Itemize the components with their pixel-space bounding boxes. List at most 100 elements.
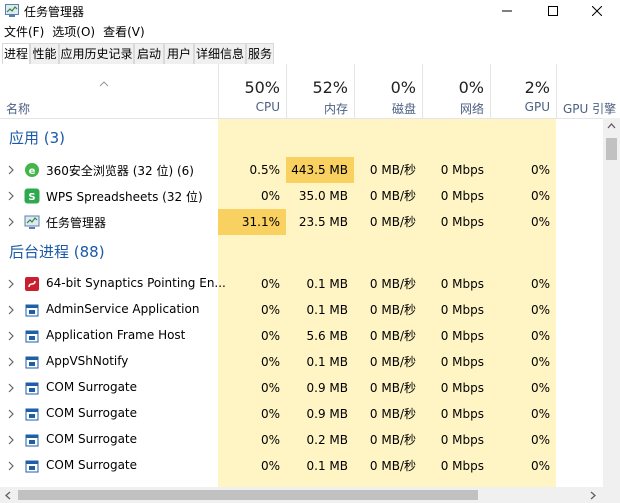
maximize-icon bbox=[548, 6, 558, 16]
network-column-label: 网络 bbox=[459, 102, 484, 116]
expand-chevron-icon[interactable] bbox=[8, 409, 14, 419]
process-gpu-value: 0% bbox=[530, 407, 550, 421]
service-window-icon bbox=[24, 406, 40, 422]
process-net-value: 0 Mbps bbox=[440, 433, 484, 447]
process-disk-value: 0 MB/秒 bbox=[369, 277, 416, 291]
minimize-button[interactable] bbox=[484, 0, 530, 22]
disk-total-percent: 0% bbox=[390, 78, 416, 97]
service-window-icon bbox=[24, 432, 40, 448]
gpu-total-percent: 2% bbox=[524, 78, 550, 97]
process-cpu-value: 0% bbox=[260, 381, 280, 395]
process-gpu-value: 0% bbox=[530, 459, 550, 473]
column-network[interactable]: 0% 网络 bbox=[422, 64, 490, 118]
tab-startup[interactable]: 启动 bbox=[134, 43, 164, 64]
process-cpu-value: 31.1% bbox=[218, 209, 286, 235]
column-gpu-engine[interactable]: GPU 引擎 bbox=[556, 64, 620, 118]
process-mem-value: 0.9 MB bbox=[306, 407, 348, 421]
process-mem-value: 35.0 MB bbox=[298, 189, 348, 203]
menu-view[interactable]: 查看(V) bbox=[99, 22, 149, 42]
process-cpu-value: 0% bbox=[260, 329, 280, 343]
network-total-percent: 0% bbox=[458, 78, 484, 97]
column-header: 名称 50% CPU 52% 内存 0% 磁盘 0% 网络 2% GPU GPU… bbox=[0, 64, 620, 119]
vertical-scroll-thumb[interactable] bbox=[606, 138, 617, 160]
wps-spreadsheets-icon: S bbox=[24, 188, 40, 204]
process-disk-value: 0 MB/秒 bbox=[369, 189, 416, 203]
task-manager-icon bbox=[24, 214, 40, 230]
expand-chevron-icon[interactable] bbox=[8, 461, 14, 471]
process-row[interactable]: COM Surrogate 0% 0.1 MB 0 MB/秒 0 Mbps 0% bbox=[0, 453, 603, 479]
process-net-value: 0 Mbps bbox=[440, 163, 484, 177]
tab-users[interactable]: 用户 bbox=[164, 43, 194, 64]
minimize-icon bbox=[502, 10, 512, 12]
tab-services[interactable]: 服务 bbox=[246, 43, 274, 64]
process-row[interactable]: COM Surrogate 0% 0.2 MB 0 MB/秒 0 Mbps 0% bbox=[0, 427, 603, 453]
scroll-left-icon[interactable] bbox=[5, 491, 11, 500]
expand-chevron-icon[interactable] bbox=[8, 191, 14, 201]
process-row[interactable]: AppVShNotify 0% 0.1 MB 0 MB/秒 0 Mbps 0% bbox=[0, 349, 603, 375]
process-mem-value: 5.6 MB bbox=[306, 329, 348, 343]
process-row[interactable]: COM Surrogate 0% 0.9 MB 0 MB/秒 0 Mbps 0% bbox=[0, 375, 603, 401]
horizontal-scrollbar[interactable] bbox=[0, 487, 603, 503]
process-name: Application Frame Host bbox=[46, 328, 186, 342]
column-gpu[interactable]: 2% GPU bbox=[490, 64, 556, 118]
column-disk[interactable]: 0% 磁盘 bbox=[354, 64, 422, 118]
process-gpu-value: 0% bbox=[530, 189, 550, 203]
process-name: COM Surrogate bbox=[46, 458, 138, 472]
process-row[interactable]: S WPS Spreadsheets (32 位) 0% 35.0 MB 0 MB/秒 0… bbox=[0, 183, 603, 209]
process-net-value: 0 Mbps bbox=[440, 381, 484, 395]
process-gpu-value: 0% bbox=[530, 381, 550, 395]
expand-chevron-icon[interactable] bbox=[8, 279, 14, 289]
cpu-column-label: CPU bbox=[255, 100, 280, 114]
maximize-button[interactable] bbox=[530, 0, 576, 22]
process-gpu-value: 0% bbox=[530, 355, 550, 369]
process-cpu-value: 0% bbox=[260, 303, 280, 317]
360-browser-icon: e bbox=[24, 162, 40, 178]
expand-chevron-icon[interactable] bbox=[8, 305, 14, 315]
process-row[interactable]: AdminService Application 0% 0.1 MB 0 MB/秒 0 … bbox=[0, 297, 603, 323]
column-cpu[interactable]: 50% CPU bbox=[218, 64, 286, 118]
tab-details[interactable]: 详细信息 bbox=[194, 43, 246, 64]
process-disk-value: 0 MB/秒 bbox=[369, 215, 416, 229]
close-icon bbox=[592, 6, 602, 16]
group-title-apps: 应用 (3) bbox=[9, 129, 66, 147]
expand-chevron-icon[interactable] bbox=[8, 435, 14, 445]
menu-options[interactable]: 选项(O) bbox=[48, 22, 99, 42]
scroll-right-icon[interactable] bbox=[590, 491, 596, 500]
expand-chevron-icon[interactable] bbox=[8, 357, 14, 367]
horizontal-scroll-thumb[interactable] bbox=[18, 490, 478, 500]
process-gpu-value: 0% bbox=[530, 303, 550, 317]
process-gpu-value: 0% bbox=[530, 163, 550, 177]
tab-app-history[interactable]: 应用历史记录 bbox=[59, 43, 134, 64]
tab-performance[interactable]: 性能 bbox=[30, 43, 59, 64]
process-cpu-value: 0% bbox=[260, 189, 280, 203]
process-net-value: 0 Mbps bbox=[440, 303, 484, 317]
process-gpu-value: 0% bbox=[530, 329, 550, 343]
close-button[interactable] bbox=[574, 0, 620, 22]
process-list: 应用 (3) e 360安全浏览器 (32 位) (6) 0.5% 443.5 MB 0 … bbox=[0, 119, 603, 487]
process-row[interactable]: 64-bit Synaptics Pointing En... 0% 0.1 MB 0… bbox=[0, 271, 603, 297]
expand-chevron-icon[interactable] bbox=[8, 383, 14, 393]
process-row[interactable]: COM Surrogate 0% 0.9 MB 0 MB/秒 0 Mbps 0% bbox=[0, 401, 603, 427]
sort-caret-icon bbox=[99, 81, 109, 87]
process-row[interactable]: 任务管理器 31.1% 23.5 MB 0 MB/秒 0 Mbps 0% bbox=[0, 209, 603, 235]
menu-bar: 文件(F) 选项(O) 查看(V) bbox=[0, 22, 620, 42]
service-window-icon bbox=[24, 328, 40, 344]
service-window-icon bbox=[24, 302, 40, 318]
column-memory[interactable]: 52% 内存 bbox=[286, 64, 354, 118]
tab-processes[interactable]: 进程 bbox=[2, 43, 30, 65]
process-row[interactable]: Application Frame Host 0% 5.6 MB 0 MB/秒 0 Mb… bbox=[0, 323, 603, 349]
process-disk-value: 0 MB/秒 bbox=[369, 381, 416, 395]
scroll-up-icon[interactable] bbox=[607, 123, 616, 129]
gpu-column-label: GPU bbox=[524, 100, 550, 114]
process-cpu-value: 0% bbox=[260, 355, 280, 369]
column-name-label: 名称 bbox=[6, 102, 31, 116]
column-name[interactable]: 名称 bbox=[0, 64, 218, 118]
process-row[interactable]: e 360安全浏览器 (32 位) (6) 0.5% 443.5 MB 0 MB/秒 0 … bbox=[0, 157, 603, 183]
expand-chevron-icon[interactable] bbox=[8, 165, 14, 175]
expand-chevron-icon[interactable] bbox=[8, 331, 14, 341]
menu-file[interactable]: 文件(F) bbox=[0, 22, 48, 42]
process-name: 任务管理器 bbox=[46, 216, 107, 230]
expand-chevron-icon[interactable] bbox=[8, 217, 14, 227]
process-cpu-value: 0.5% bbox=[249, 163, 281, 177]
vertical-scrollbar[interactable] bbox=[603, 118, 620, 487]
